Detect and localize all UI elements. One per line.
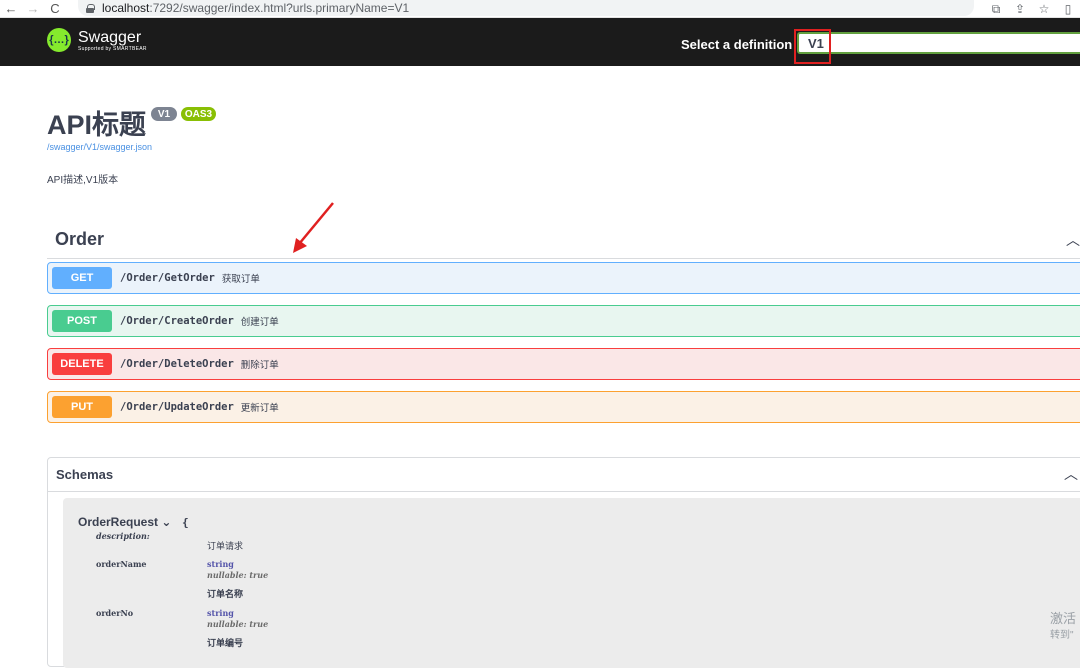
- tag-divider: [47, 258, 1080, 259]
- schemas-header[interactable]: Schemas ︿: [48, 458, 1080, 492]
- api-description: API描述,V1版本: [47, 175, 119, 186]
- url-host: localhost: [102, 1, 150, 15]
- reload-button[interactable]: C: [44, 0, 66, 18]
- operation-path: /Order/UpdateOrder: [120, 401, 234, 413]
- operation-update-order[interactable]: PUT /Order/UpdateOrder 更新订单: [47, 391, 1080, 423]
- activation-watermark: 激活 转到": [1050, 610, 1076, 644]
- translate-icon[interactable]: ⧉: [984, 2, 1008, 17]
- forward-button[interactable]: →: [22, 0, 44, 18]
- swagger-topbar: {…} Swagger Supported by SMARTBEAR Selec…: [0, 18, 1080, 66]
- logo-subtitle: Supported by SMARTBEAR: [78, 45, 147, 52]
- annotation-highlight-box: [794, 29, 831, 64]
- operation-summary: 创建订单: [240, 317, 279, 328]
- oas-badge: OAS3: [181, 107, 216, 121]
- api-title: API标题: [47, 110, 147, 140]
- method-badge: POST: [52, 310, 112, 332]
- operation-path: /Order/GetOrder: [120, 272, 215, 284]
- chevron-up-icon[interactable]: ︿: [1066, 230, 1080, 250]
- chevron-up-icon[interactable]: ︿: [1064, 464, 1078, 484]
- logo-name: Swagger: [78, 28, 142, 46]
- swagger-logo-icon: {…}: [47, 28, 71, 52]
- sidebar-icon[interactable]: ▯: [1056, 2, 1080, 16]
- chevron-down-icon[interactable]: ⌄: [161, 515, 171, 529]
- operation-delete-order[interactable]: DELETE /Order/DeleteOrder 删除订单: [47, 348, 1080, 380]
- operation-summary: 更新订单: [240, 403, 279, 414]
- operation-path: /Order/DeleteOrder: [120, 358, 234, 370]
- select-definition-label: Select a definition: [681, 37, 793, 52]
- url-path: :7292/swagger/index.html?urls.primaryNam…: [149, 1, 410, 15]
- operation-create-order[interactable]: POST /Order/CreateOrder 创建订单: [47, 305, 1080, 337]
- method-badge: PUT: [52, 396, 112, 418]
- swagger-logo[interactable]: {…} Swagger Supported by SMARTBEAR: [47, 28, 147, 52]
- model-name[interactable]: OrderRequest ⌄: [78, 515, 171, 529]
- annotation-arrow-icon: [293, 202, 334, 253]
- property-type: string: [207, 559, 234, 569]
- share-icon[interactable]: ⇪: [1008, 2, 1032, 16]
- method-badge: DELETE: [52, 353, 112, 375]
- definition-select[interactable]: V1: [797, 32, 1080, 54]
- model-box: OrderRequest ⌄ { description: 订单请求 order…: [63, 498, 1080, 668]
- property-description: 订单名称: [207, 589, 244, 599]
- operation-path: /Order/CreateOrder: [120, 315, 234, 327]
- model-name-text: OrderRequest: [78, 515, 159, 529]
- operation-summary: 删除订单: [240, 360, 279, 371]
- schemas-section: Schemas ︿ OrderRequest ⌄ { description: …: [47, 457, 1080, 668]
- back-button[interactable]: ←: [0, 0, 22, 18]
- property-key: orderNo: [96, 608, 134, 618]
- property-nullable: nullable: true: [207, 570, 269, 580]
- address-bar[interactable]: localhost:7292/swagger/index.html?urls.p…: [78, 0, 974, 16]
- description-value: 订单请求: [207, 541, 244, 551]
- spec-url-link[interactable]: /swagger/V1/swagger.json: [47, 142, 152, 152]
- browser-actions: ⧉ ⇪ ☆ ▯: [984, 0, 1080, 18]
- operation-get-order[interactable]: GET /Order/GetOrder 获取订单: [47, 262, 1080, 294]
- watermark-line2: 转到": [1050, 630, 1074, 641]
- watermark-line1: 激活: [1050, 611, 1077, 626]
- star-icon[interactable]: ☆: [1032, 2, 1056, 16]
- property-description: 订单编号: [207, 638, 244, 648]
- property-key: orderName: [96, 559, 147, 569]
- lock-icon: [86, 3, 95, 13]
- tag-title[interactable]: Order: [55, 229, 104, 250]
- operation-summary: 获取订单: [221, 274, 260, 285]
- browser-toolbar: ← → C localhost:7292/swagger/index.html?…: [0, 0, 1080, 18]
- property-nullable: nullable: true: [207, 619, 269, 629]
- method-badge: GET: [52, 267, 112, 289]
- version-badge: V1: [151, 107, 177, 121]
- schemas-title[interactable]: Schemas: [56, 467, 113, 482]
- description-key: description:: [96, 531, 150, 541]
- model-brace: {: [182, 516, 189, 529]
- property-type: string: [207, 608, 234, 618]
